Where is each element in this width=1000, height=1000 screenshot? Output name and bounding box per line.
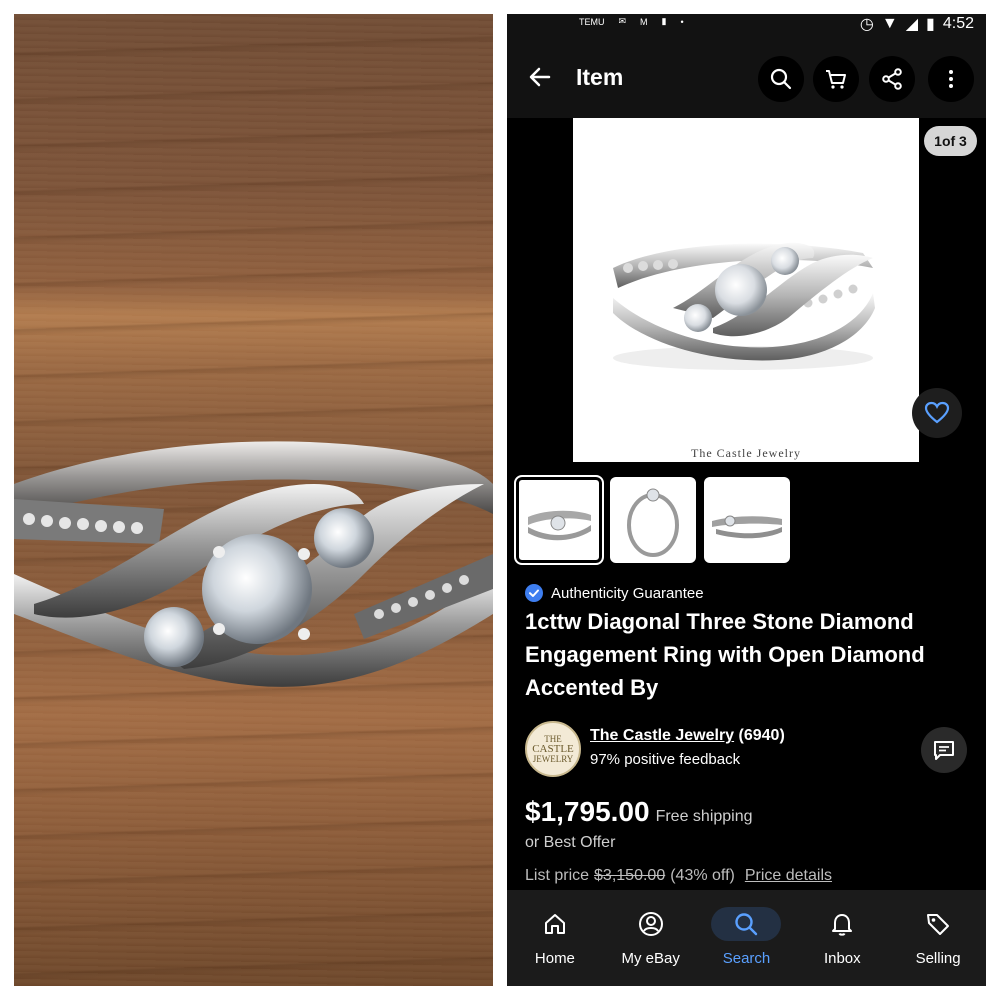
seller-feedback-count: (6940) bbox=[738, 727, 785, 744]
price-details-link[interactable]: Price details bbox=[745, 867, 832, 885]
ring-illustration bbox=[14, 441, 493, 687]
dot-icon: • bbox=[680, 16, 684, 27]
price-row: $1,795.00 Free shipping bbox=[525, 796, 753, 828]
nav-home[interactable]: Home bbox=[507, 890, 603, 986]
list-price-row: List price $3,150.00 (43% off) Price det… bbox=[525, 867, 832, 885]
seller-name-row: The Castle Jewelry (6940) bbox=[590, 727, 785, 745]
item-title: 1cttw Diagonal Three Stone Diamond Engag… bbox=[525, 609, 925, 700]
share-button[interactable] bbox=[869, 56, 915, 102]
ring-thumbnail-image bbox=[627, 488, 679, 557]
ring-thumbnail-image bbox=[528, 510, 591, 541]
discount-label: (43% off) bbox=[670, 867, 735, 884]
list-price-value: $3,150.00 bbox=[594, 867, 666, 884]
status-system-icons: ◷ ▼ ◢ ▮ 4:52 bbox=[860, 14, 974, 34]
tag-icon bbox=[903, 907, 973, 941]
seller-logo-line-2: CASTLE bbox=[532, 743, 574, 755]
image-pager: 1of 3 bbox=[924, 126, 977, 156]
status-bar: TEMU ✉ M ▮ • ◷ ▼ ◢ ▮ 4:52 bbox=[507, 14, 986, 38]
wifi-icon: ▼ bbox=[881, 15, 898, 32]
nav-inbox[interactable]: Inbox bbox=[794, 890, 890, 986]
thumbnail-2[interactable] bbox=[610, 477, 696, 563]
app-bar: Item bbox=[507, 38, 986, 118]
authenticity-guarantee[interactable]: Authenticity Guarantee bbox=[525, 584, 704, 602]
nav-my-ebay-label: My eBay bbox=[621, 950, 680, 967]
search-icon bbox=[711, 907, 782, 941]
best-offer-label: or Best Offer bbox=[525, 834, 616, 851]
ring-photo bbox=[14, 14, 493, 986]
alarm-icon: ◷ bbox=[859, 16, 874, 33]
seller-info: THE CASTLE JEWELRY The Castle Jewelry (6… bbox=[525, 721, 975, 781]
nav-my-ebay[interactable]: My eBay bbox=[603, 890, 699, 986]
nav-selling[interactable]: Selling bbox=[890, 890, 986, 986]
thumbnail-strip bbox=[514, 475, 790, 565]
arrow-left-icon bbox=[529, 67, 551, 87]
heart-icon bbox=[924, 401, 950, 424]
nav-selling-label: Selling bbox=[915, 950, 961, 967]
hero-image[interactable]: The Castle Jewelry bbox=[573, 118, 919, 462]
nav-search-label: Search bbox=[722, 950, 771, 967]
back-button[interactable] bbox=[525, 62, 555, 92]
watch-button[interactable] bbox=[912, 388, 962, 438]
clock-time: 4:52 bbox=[942, 15, 974, 32]
shipping-label: Free shipping bbox=[655, 808, 753, 825]
search-button[interactable] bbox=[758, 56, 804, 102]
contact-seller-button[interactable] bbox=[921, 727, 967, 773]
ring-thumbnail-image bbox=[712, 515, 782, 539]
gmail-icon: ✉ bbox=[618, 16, 627, 26]
cart-icon bbox=[826, 70, 846, 89]
bell-icon bbox=[807, 907, 877, 941]
message-icon bbox=[934, 741, 954, 760]
signal-icon: ◢ bbox=[905, 16, 919, 33]
user-icon bbox=[616, 907, 686, 941]
verified-check-icon bbox=[525, 584, 543, 602]
search-icon bbox=[770, 68, 792, 90]
temu-icon: TEMU bbox=[579, 16, 605, 27]
authenticity-label: Authenticity Guarantee bbox=[551, 584, 704, 602]
thumbnail-1[interactable] bbox=[514, 475, 604, 565]
home-icon bbox=[520, 907, 590, 941]
item-price: $1,795.00 bbox=[525, 796, 650, 827]
nav-home-label: Home bbox=[534, 950, 575, 967]
ebay-item-screen: TEMU ✉ M ▮ • ◷ ▼ ◢ ▮ 4:52 Item The Castl… bbox=[507, 14, 986, 986]
nav-inbox-label: Inbox bbox=[823, 950, 861, 967]
page-title: Item bbox=[576, 64, 624, 90]
seller-name-link[interactable]: The Castle Jewelry bbox=[590, 727, 734, 744]
cart-button[interactable] bbox=[813, 56, 859, 102]
collage: TEMU ✉ M ▮ • ◷ ▼ ◢ ▮ 4:52 Item The Castl… bbox=[0, 0, 1000, 1000]
seller-logo-line-3: JEWELRY bbox=[532, 754, 574, 764]
share-icon bbox=[882, 68, 902, 90]
phone-icon: ▮ bbox=[661, 16, 667, 26]
list-price-label: List price bbox=[525, 867, 590, 884]
status-notification-icons: TEMU ✉ M ▮ • bbox=[579, 16, 684, 27]
more-options-button[interactable] bbox=[928, 56, 974, 102]
thumbnail-3[interactable] bbox=[704, 477, 790, 563]
hero-watermark: The Castle Jewelry bbox=[691, 446, 801, 460]
battery-icon: ▮ bbox=[926, 16, 935, 33]
seller-logo[interactable]: THE CASTLE JEWELRY bbox=[525, 721, 581, 777]
seller-feedback: 97% positive feedback bbox=[590, 751, 741, 768]
nav-search[interactable]: Search bbox=[699, 890, 795, 986]
bottom-navigation: Home My eBay Search Inbox Selling bbox=[507, 890, 986, 986]
more-vertical-icon bbox=[949, 70, 953, 88]
ring-product-image bbox=[613, 242, 875, 370]
m-icon: M bbox=[640, 16, 648, 27]
